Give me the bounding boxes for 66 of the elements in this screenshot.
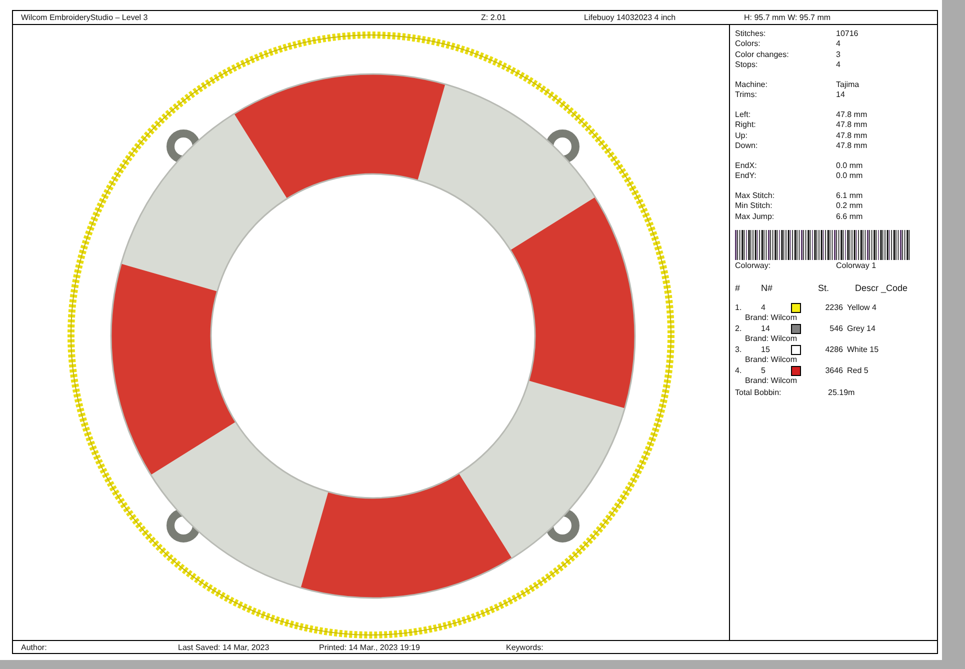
stat-value: 4 [836, 39, 840, 48]
keywords-field: Keywords: [506, 642, 544, 652]
stat-value: 10716 [836, 28, 858, 38]
stat-value: 47.8 mm [836, 110, 868, 119]
stat-label: Left: [735, 110, 752, 119]
thread-index: 1. [735, 303, 743, 312]
stat-label: Machine: [735, 80, 768, 89]
thread-brand: Brand: Wilcom [744, 354, 798, 366]
stat-value: 0.2 mm [836, 201, 863, 210]
colorway-label: Colorway: [735, 261, 772, 270]
thread-stitches: 2236 [824, 303, 843, 312]
column-header: St. [817, 282, 830, 293]
colorway-value: Colorway 1 [836, 261, 876, 270]
thread-index: 2. [735, 324, 743, 334]
stat-label: Color changes: [735, 50, 790, 59]
stat-label: Stops: [735, 60, 759, 70]
stat-value: 47.8 mm [836, 120, 868, 130]
stat-label: Right: [735, 120, 757, 130]
software-title: Wilcom EmbroideryStudio – Level 3 [21, 12, 149, 22]
thread-index: 4. [735, 366, 743, 376]
stat-label: Down: [735, 141, 759, 150]
stat-value: 47.8 mm [836, 130, 868, 140]
thread-brand: Brand: Wilcom [744, 334, 798, 345]
printed-date: Printed: 14 Mar., 2023 19:19 [319, 642, 421, 652]
thread-number: 14 [761, 324, 771, 334]
design-name: Lifebuoy 14032023 4 inch [584, 12, 677, 22]
thread-brand: Brand: Wilcom [744, 312, 798, 324]
stat-label: Max Jump: [735, 212, 776, 221]
stat-value: 6.6 mm [836, 212, 863, 221]
stat-value: 4 [836, 60, 840, 70]
stat-label: Colors: [735, 39, 762, 48]
design-size: H: 95.7 mm W: 95.7 mm [744, 12, 831, 22]
stat-value: 47.8 mm [836, 141, 868, 150]
thread-stitches: 546 [828, 324, 843, 334]
stat-label: Trims: [735, 90, 758, 100]
stat-value: Tajima [836, 80, 860, 89]
thread-description: White 15 [846, 345, 879, 354]
column-header: Descr _Code [854, 282, 908, 293]
column-header: # [735, 282, 742, 293]
stat-label: Stitches: [735, 28, 767, 38]
author-field: Author: [21, 642, 178, 652]
stat-label: Min Stitch: [735, 201, 774, 210]
thread-description: Red 5 [846, 366, 868, 376]
total-bobbin-label: Total Bobbin: [735, 388, 782, 397]
stat-value: 0.0 mm [836, 171, 863, 180]
stat-value: 0.0 mm [836, 160, 863, 170]
stat-value: 6.1 mm [836, 190, 863, 200]
stat-label: Max Stitch: [735, 190, 776, 200]
thread-description: Yellow 4 [846, 303, 877, 312]
thread-number: 4 [761, 303, 766, 312]
column-header: N# [761, 282, 774, 293]
stat-value: 14 [836, 90, 845, 100]
thread-number: 5 [761, 366, 766, 376]
last-saved-date: Last Saved: 14 Mar, 2023 [178, 642, 270, 652]
thread-description: Grey 14 [846, 324, 876, 334]
total-bobbin-value: 25.19m [828, 388, 855, 397]
stat-value: 3 [836, 50, 840, 59]
thread-stitches: 4286 [824, 345, 843, 354]
thread-index: 3. [735, 345, 743, 354]
thread-stitches: 3646 [824, 366, 843, 376]
stat-label: EndX: [735, 160, 758, 170]
stat-label: Up: [735, 130, 748, 140]
thread-brand: Brand: Wilcom [744, 376, 798, 387]
thread-number: 15 [761, 345, 771, 354]
zoom-level: Z: 2.01 [481, 12, 507, 22]
stat-label: EndY: [735, 171, 758, 180]
